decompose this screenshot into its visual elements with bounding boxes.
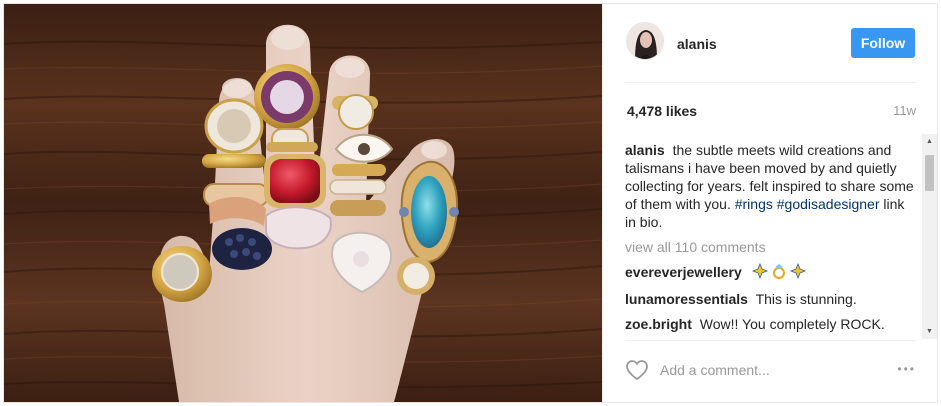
comment-text: Wow!! You completely ROCK. [699,316,885,332]
scroll-down-arrow-icon[interactable]: ▼ [922,324,937,339]
likes-row: 4,478 likes 11w [625,103,916,123]
add-comment-input[interactable] [660,358,880,382]
avatar[interactable] [626,22,664,60]
sparkle-ring-sparkle-emoji-icon [751,262,806,283]
hashtag-link[interactable]: #rings [735,196,773,212]
view-all-comments-link[interactable]: view all 110 comments [625,238,916,256]
heart-icon[interactable] [625,359,649,381]
more-options-icon[interactable]: ••• [888,362,916,378]
comments-scrollbar[interactable]: ▲ ▼ [922,134,937,339]
comment-text: This is stunning. [755,291,857,307]
post-header: alanis Follow [603,4,937,82]
post-side-panel: alanis Follow 4,478 likes 11w alanis the… [602,4,937,402]
caption-author[interactable]: alanis [625,142,665,158]
scrollbar-thumb[interactable] [925,155,934,191]
post-photo[interactable] [4,4,602,402]
comments-list: alanis the subtle meets wild creations a… [625,141,916,335]
post-time-ago[interactable]: 11w [893,103,916,118]
add-comment-bar: ••• [625,352,916,388]
post-card: alanis Follow 4,478 likes 11w alanis the… [3,3,938,403]
hashtag-link[interactable]: #godisadesigner [777,196,880,212]
post-caption: alanis the subtle meets wild creations a… [625,141,916,231]
comment-item: evereverjewellery [625,262,916,283]
comment-bar-divider [625,340,916,341]
likes-count[interactable]: 4,478 likes [627,103,697,119]
comment-author[interactable]: lunamoressentials [625,291,748,307]
scroll-up-arrow-icon[interactable]: ▲ [922,134,937,149]
comment-author[interactable]: evereverjewellery [625,264,742,280]
comment-item: lunamoressentials This is stunning. [625,290,916,308]
comment-item: zoe.bright Wow!! You completely ROCK. [625,315,916,333]
author-username[interactable]: alanis [677,36,717,52]
header-divider [625,82,916,83]
comment-author[interactable]: zoe.bright [625,316,692,332]
follow-button[interactable]: Follow [851,28,915,58]
